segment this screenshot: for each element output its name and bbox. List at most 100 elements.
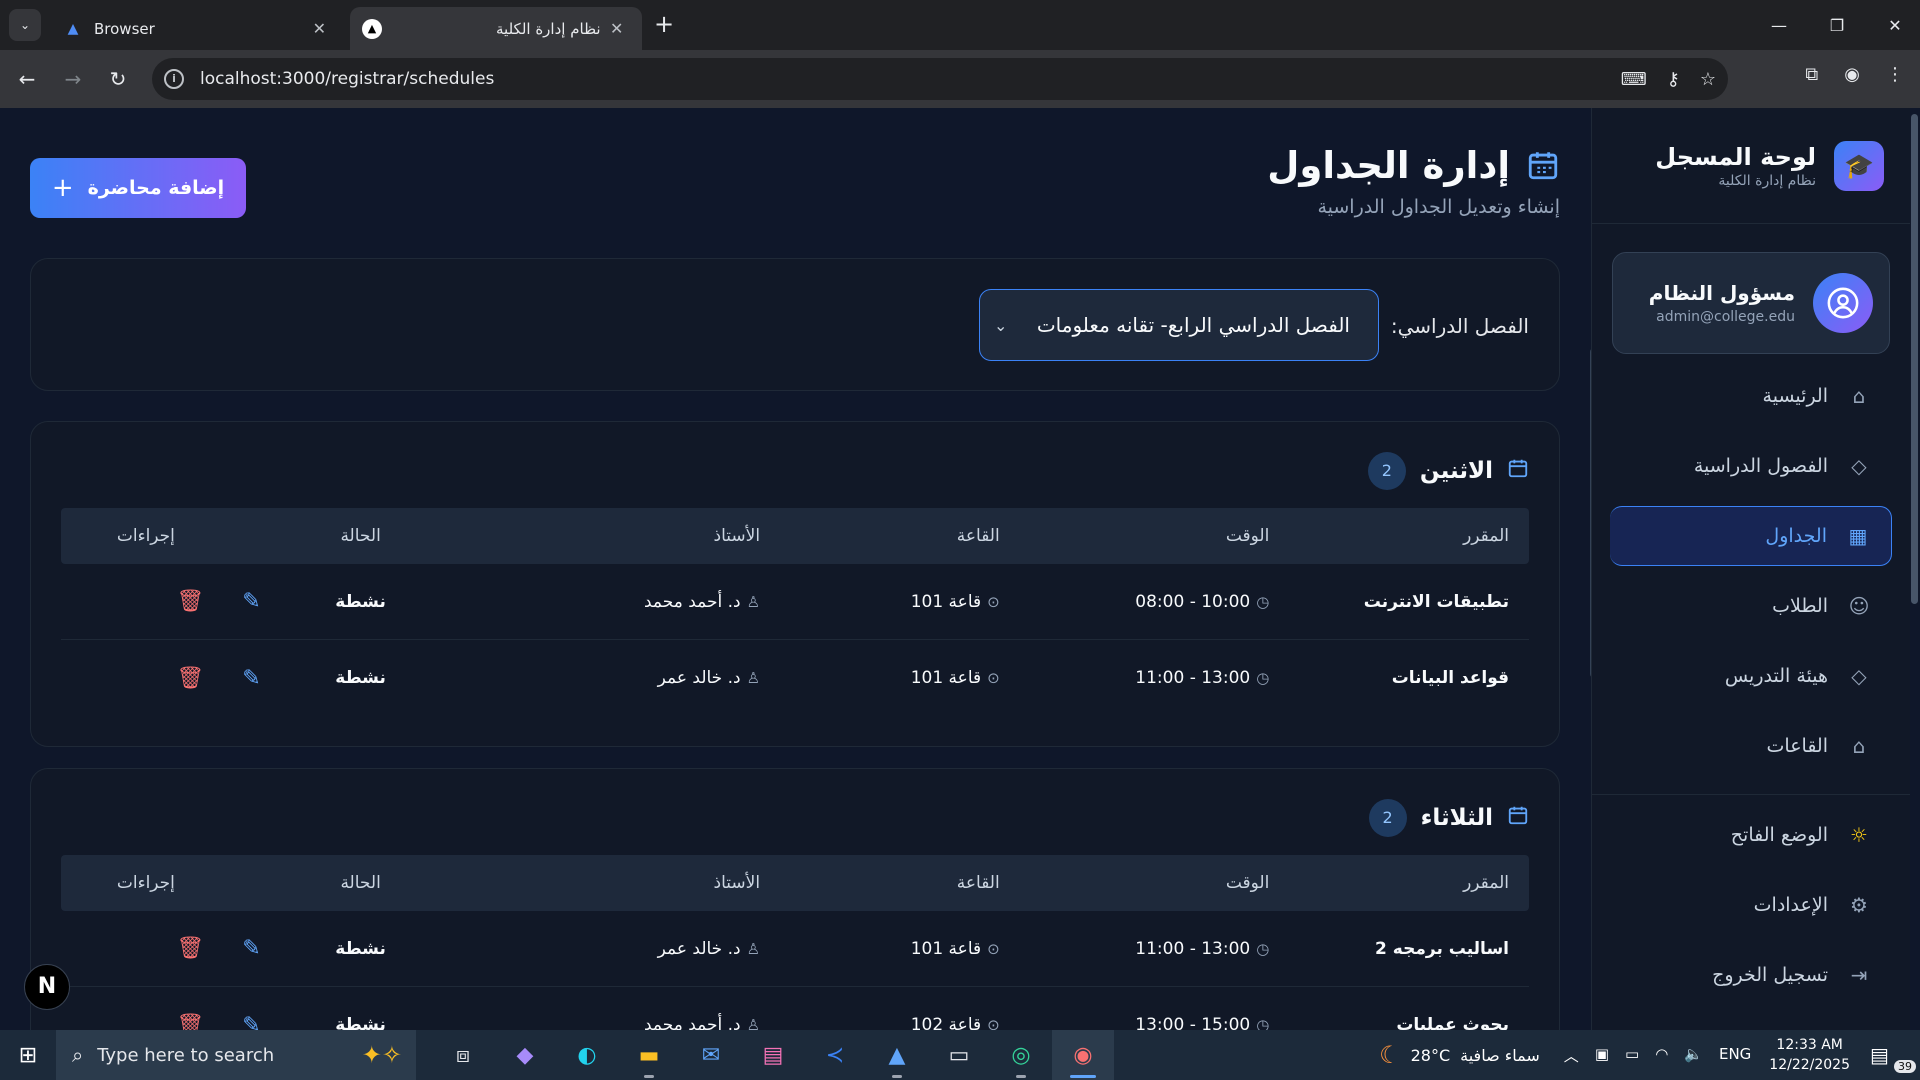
forward-icon[interactable]: → (58, 64, 88, 94)
antigravity-icon[interactable]: ▲ (866, 1030, 928, 1080)
user-icon: ♙ (746, 669, 761, 687)
day-card-monday: الاثنين 2 المقرر الوقت القاعة الأستاذ ال… (30, 421, 1560, 747)
camera-icon[interactable]: ▣ (1595, 1045, 1609, 1066)
close-tab-icon[interactable]: ✕ (610, 19, 623, 38)
nextjs-dev-badge[interactable]: N (24, 964, 70, 1010)
schedule-table: المقرر الوقت القاعة الأستاذ الحالة إجراء… (61, 855, 1529, 1030)
taskbar-search[interactable]: ⌕ Type here to search ✦✧ (56, 1030, 416, 1080)
chrome-dev-icon[interactable]: ◎ (990, 1030, 1052, 1080)
delete-trash-icon[interactable]: 🗑 (176, 1013, 204, 1031)
calendar-icon: ▦ (1848, 524, 1868, 548)
reload-icon[interactable]: ↻ (103, 64, 133, 94)
graduation-cap-icon: 🎓 (1834, 140, 1884, 191)
clock-icon: ◷ (1256, 1016, 1270, 1030)
sun-icon: ☼ (1850, 823, 1868, 847)
profile-icon[interactable]: ◉ (1844, 64, 1860, 85)
edit-pencil-icon[interactable]: ✎ (242, 1013, 260, 1031)
lecture-time: 13:00 - 15:00 (1135, 1015, 1251, 1030)
notification-count: 39 (1894, 1060, 1916, 1073)
add-lecture-button[interactable]: إضافة محاضرة + (30, 158, 246, 218)
winrar-icon[interactable]: ▤ (742, 1030, 804, 1080)
chrome-icon[interactable]: ◉ (1052, 1030, 1114, 1080)
sidebar: 🎓 لوحة المسجل نظام إدارة الكلية مسؤول ال… (1591, 108, 1910, 1030)
scrollbar-thumb[interactable] (1911, 114, 1918, 604)
room-name: قاعة 101 (910, 591, 982, 612)
copilot-icon[interactable]: ◆ (494, 1030, 556, 1080)
battery-icon[interactable]: ▭ (1625, 1045, 1639, 1066)
sidebar-item-home[interactable]: ⌂ الرئيسية (1610, 366, 1892, 426)
new-tab-button[interactable]: + (654, 10, 674, 38)
sidebar-nav: ⌂ الرئيسية ◇ الفصول الدراسية ▦ الجداول ☺… (1592, 366, 1910, 1005)
language-indicator[interactable]: ENG (1719, 1045, 1751, 1066)
tab-title: Browser (94, 19, 155, 38)
edit-pencil-icon[interactable]: ✎ (242, 666, 260, 691)
sidebar-brand: 🎓 لوحة المسجل نظام إدارة الكلية (1592, 108, 1910, 224)
url-bar[interactable]: i localhost:3000/registrar/schedules ⌨ ⚷… (152, 58, 1728, 100)
menu-kebab-icon[interactable]: ⋮ (1886, 64, 1904, 85)
delete-trash-icon[interactable]: 🗑 (176, 666, 204, 691)
sidebar-item-settings[interactable]: ⚙ الإعدادات (1610, 875, 1892, 935)
instructor-name: د. خالد عمر (657, 938, 741, 959)
user-icon: ♙ (746, 1016, 761, 1030)
close-tab-icon[interactable]: ✕ (313, 19, 326, 38)
sidebar-item-students[interactable]: ☺ الطلاب (1610, 576, 1892, 636)
restore-icon[interactable]: ❐ (1808, 16, 1866, 35)
app-viewport: إدارة الجداول إنشاء وتعديل الجداول الدرا… (0, 108, 1920, 1030)
browser-tab-browser[interactable]: ▲ Browser ✕ (50, 7, 342, 50)
translate-icon[interactable]: ⌨ (1621, 69, 1647, 90)
lecture-count-badge: 2 (1368, 799, 1407, 837)
extensions-icon[interactable]: ⧉ (1805, 64, 1818, 85)
sidebar-item-logout[interactable]: ⇥ تسجيل الخروج (1610, 945, 1892, 1005)
sidebar-item-faculty[interactable]: ◇ هيئة التدريس (1610, 646, 1892, 706)
wifi-icon[interactable]: ◠ (1655, 1045, 1668, 1066)
edit-pencil-icon[interactable]: ✎ (242, 936, 260, 961)
site-info-icon[interactable]: i (164, 69, 184, 89)
taskbar-clock[interactable]: 12:33 AM 12/22/2025 (1769, 1035, 1850, 1075)
user-icon: ♙ (746, 939, 761, 958)
sidebar-item-light-mode[interactable]: ☼ الوضع الفاتح (1610, 805, 1892, 865)
volume-icon[interactable]: 🔈 (1684, 1045, 1703, 1066)
sidebar-item-label: هيئة التدريس (1724, 665, 1828, 687)
page-title: إدارة الجداول (1267, 144, 1560, 187)
file-explorer-icon[interactable]: ▬ (618, 1030, 680, 1080)
calendar-icon (1507, 457, 1529, 485)
windows-start-icon[interactable]: ⊞ (0, 1030, 56, 1080)
avatar (1813, 273, 1873, 333)
minimize-icon[interactable]: — (1750, 16, 1808, 35)
terminal-icon[interactable]: ▭ (928, 1030, 990, 1080)
instructor-name: د. أحمد محمد (643, 1015, 741, 1030)
col-course: المقرر (1463, 526, 1509, 546)
edit-pencil-icon[interactable]: ✎ (242, 589, 260, 614)
sidebar-scrollbar[interactable] (1910, 108, 1920, 1030)
outlook-icon[interactable]: ✉ (680, 1030, 742, 1080)
user-name: مسؤول النظام (1648, 281, 1795, 305)
delete-trash-icon[interactable]: 🗑 (176, 589, 204, 614)
weather-text: سماء صافية (1460, 1045, 1540, 1065)
back-icon[interactable]: ← (12, 64, 42, 94)
day-header: الثلاثاء 2 (1368, 799, 1529, 837)
tab-title: نظام إدارة الكلية (496, 19, 601, 38)
status-badge: نشطة (335, 938, 386, 959)
edge-icon[interactable]: ◐ (556, 1030, 618, 1080)
vscode-icon[interactable]: ≺ (804, 1030, 866, 1080)
sidebar-item-semesters[interactable]: ◇ الفصول الدراسية (1610, 436, 1892, 496)
sidebar-item-rooms[interactable]: ⌂ القاعات (1610, 716, 1892, 776)
schedule-table: المقرر الوقت القاعة الأستاذ الحالة إجراء… (61, 508, 1529, 716)
sidebar-item-schedules[interactable]: ▦ الجداول (1610, 506, 1892, 566)
task-view-icon[interactable]: ⧈ (432, 1030, 494, 1080)
url-text: localhost:3000/registrar/schedules (200, 69, 495, 89)
bookmark-star-icon[interactable]: ☆ (1700, 69, 1716, 90)
user-card: مسؤول النظام admin@college.edu (1612, 252, 1890, 354)
key-icon[interactable]: ⚷ (1667, 69, 1680, 90)
close-window-icon[interactable]: ✕ (1866, 16, 1920, 35)
col-course: المقرر (1463, 873, 1509, 893)
weather-widget[interactable]: ☾ 28°C سماء صافية (1379, 1041, 1540, 1069)
tab-search-button[interactable]: ⌄ (9, 9, 41, 41)
room-name: قاعة 101 (910, 938, 982, 959)
sidebar-item-label: تسجيل الخروج (1712, 964, 1828, 986)
semester-select[interactable]: الفصل الدراسي الرابع- تقانه معلومات ⌄ (979, 289, 1379, 361)
browser-tab-college[interactable]: ✕ نظام إدارة الكلية ▲ (350, 7, 642, 50)
delete-trash-icon[interactable]: 🗑 (176, 936, 204, 961)
notification-icon[interactable]: ▤ 39 (1870, 1043, 1916, 1073)
chevron-up-icon[interactable]: ︿ (1564, 1045, 1579, 1066)
